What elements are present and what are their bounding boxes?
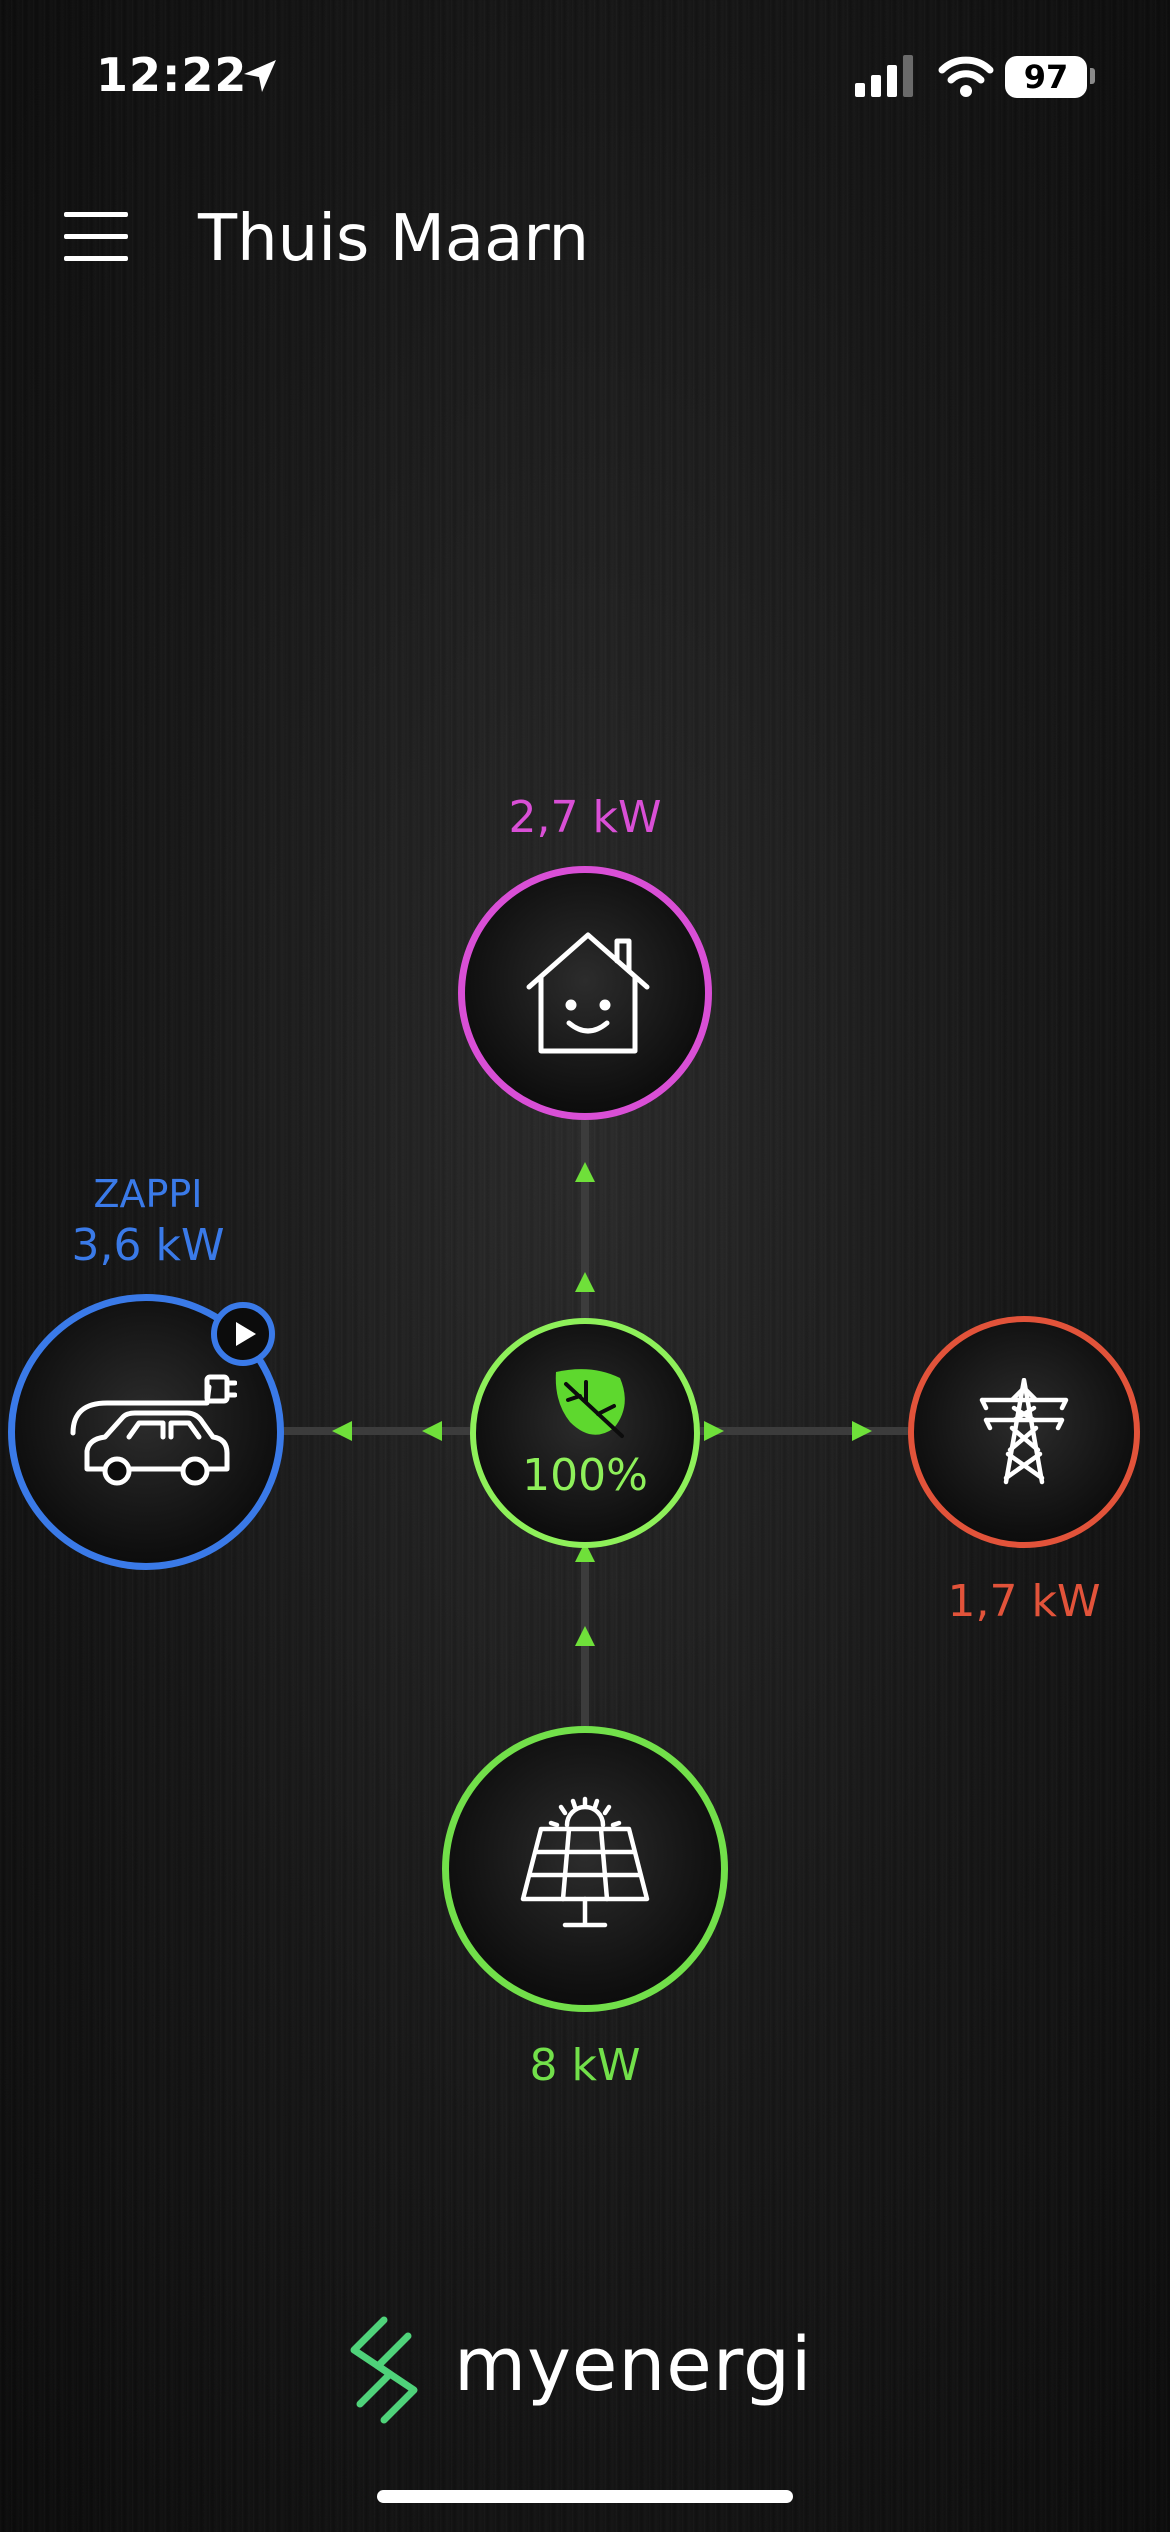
grid-node[interactable] — [908, 1316, 1140, 1548]
arrow-right-grid-2 — [852, 1421, 872, 1441]
play-icon — [236, 1322, 256, 1346]
arrow-right-grid-1 — [704, 1421, 724, 1441]
zappi-label: ZAPPI — [93, 1172, 203, 1216]
brand-logo: myenergi — [344, 2308, 844, 2428]
zappi-play-button[interactable] — [211, 1302, 275, 1366]
solar-node[interactable] — [442, 1726, 728, 2012]
arrow-left-zappi-1 — [332, 1421, 352, 1441]
house-smile-icon — [526, 932, 650, 1054]
myenergi-logo-icon — [350, 2316, 418, 2424]
arrow-up-home-1 — [575, 1162, 595, 1182]
arrow-up-solar-2 — [575, 1626, 595, 1646]
home-indicator[interactable] — [377, 2490, 793, 2503]
leaf-icon — [555, 1369, 625, 1438]
zappi-value: 3,6 kW — [71, 1220, 225, 1271]
ev-car-charging-icon — [70, 1374, 237, 1486]
green-level-value: 100% — [522, 1450, 648, 1501]
home-node[interactable] — [458, 866, 712, 1120]
grid-value: 1,7 kW — [947, 1576, 1101, 1627]
pylon-icon — [979, 1378, 1069, 1485]
brand-name: myenergi — [454, 2322, 813, 2408]
green-level-node[interactable]: 100% — [470, 1318, 700, 1548]
home-value: 2,7 kW — [508, 792, 662, 843]
arrow-left-zappi-2 — [422, 1421, 442, 1441]
solar-value: 8 kW — [529, 2040, 641, 2091]
arrow-up-home-2 — [575, 1272, 595, 1292]
solar-panel-icon — [520, 1796, 650, 1928]
